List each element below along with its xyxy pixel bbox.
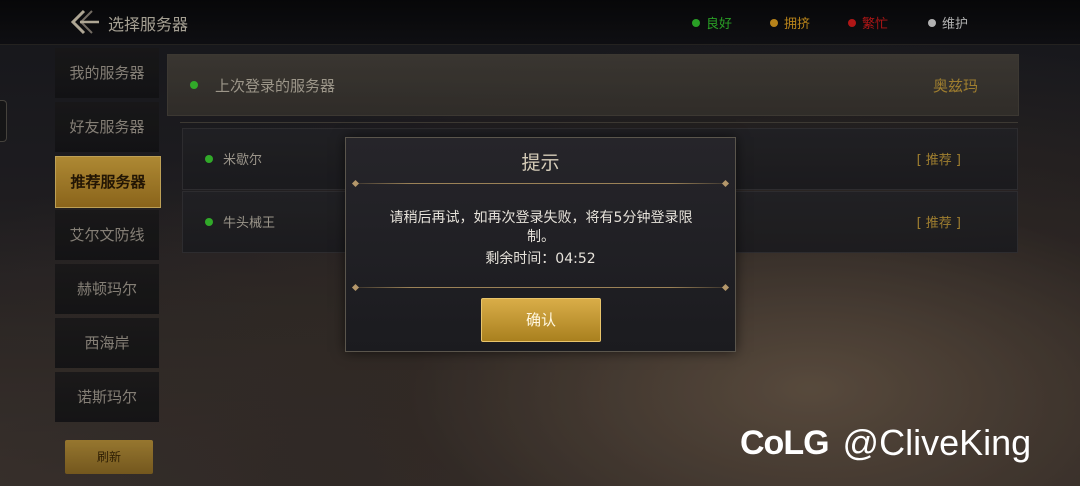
dialog-title: 提示: [521, 152, 560, 174]
dialog-divider-top: [354, 183, 727, 184]
colg-logo: CoLG: [740, 423, 830, 462]
watermark: CoLG @CliveKing: [740, 421, 1031, 465]
dialog-divider-bottom: [354, 287, 727, 288]
dialog-message: 请稍后再试，如再次登录失败，将有5分钟登录限制。: [389, 210, 693, 245]
confirm-button[interactable]: 确认: [481, 298, 601, 342]
watermark-handle: @CliveKing: [842, 422, 1032, 463]
dialog-timer: 剩余时间：04:52: [485, 251, 596, 267]
alert-dialog: 提示 请稍后再试，如再次登录失败，将有5分钟登录限制。 剩余时间：04:52 确…: [345, 137, 736, 352]
